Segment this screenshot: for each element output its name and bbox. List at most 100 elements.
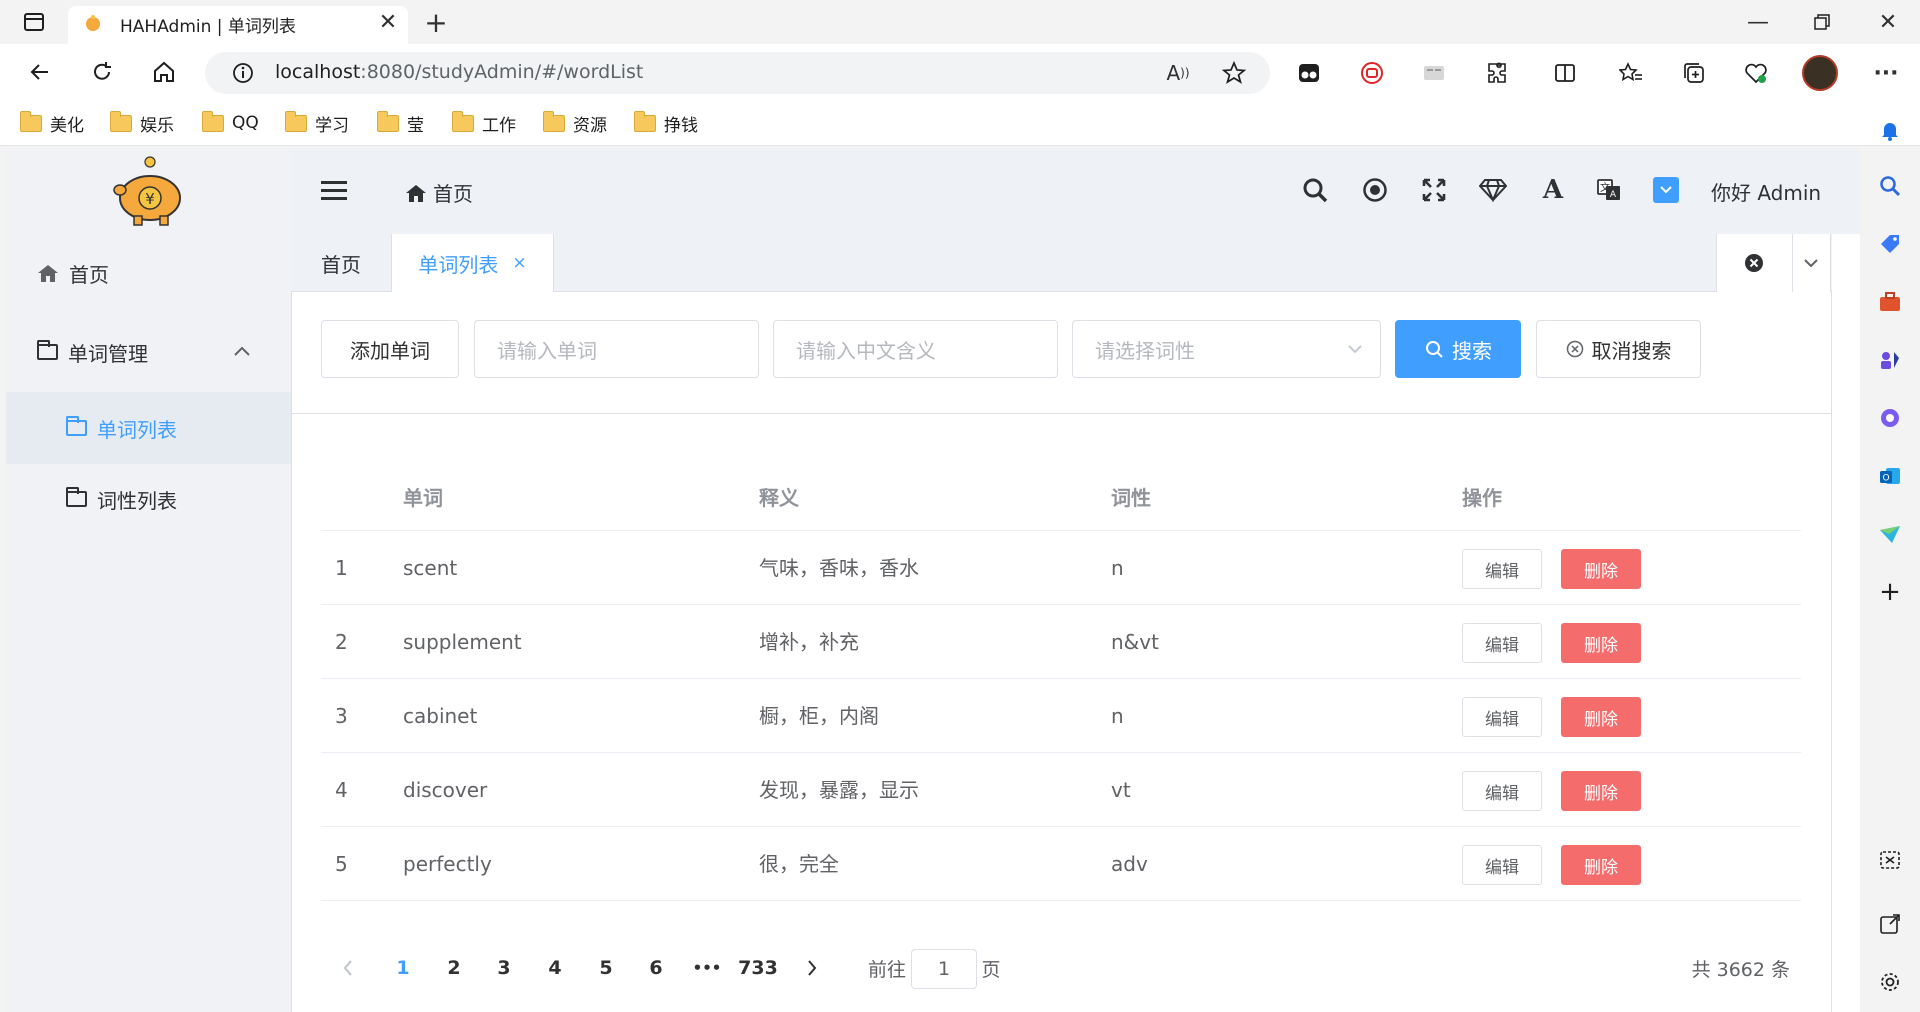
add-word-button[interactable]: 添加单词 (321, 320, 459, 378)
sidebar-search-icon[interactable] (1876, 172, 1904, 200)
breadcrumb-label: 首页 (433, 182, 473, 206)
dropdown-avatar-icon[interactable] (1653, 177, 1679, 203)
bookmark-label: 资源 (573, 115, 607, 136)
notification-bell-icon[interactable] (1876, 116, 1904, 144)
chevron-up-icon[interactable] (232, 342, 252, 362)
tab-label: 首页 (321, 252, 361, 277)
target-icon[interactable] (1360, 175, 1390, 205)
close-all-tabs-icon[interactable] (1742, 251, 1766, 275)
site-info-icon[interactable] (227, 57, 259, 89)
bookmark-item[interactable]: 娱乐 (110, 108, 174, 138)
collections-icon[interactable] (1678, 57, 1710, 89)
fullscreen-icon[interactable] (1419, 175, 1449, 205)
goto-prefix: 前往 (867, 958, 906, 981)
search-icon[interactable] (1300, 175, 1330, 205)
bookmark-item[interactable]: 挣钱 (634, 108, 698, 138)
page-number[interactable]: 1 (389, 950, 417, 986)
word-input-placeholder: 请输入单词 (497, 338, 597, 363)
bookmark-item[interactable]: 工作 (452, 108, 516, 138)
split-screen-icon[interactable] (1549, 57, 1581, 89)
favorites-icon[interactable] (1615, 57, 1647, 89)
delete-button[interactable]: 删除 (1561, 845, 1641, 885)
translate-icon[interactable]: 文A (1594, 175, 1624, 205)
user-greeting[interactable]: 你好 Admin (1711, 177, 1821, 206)
goto-page-input[interactable]: 1 (911, 949, 977, 989)
url-path: :8080/studyAdmin/#/wordList (360, 61, 644, 83)
new-tab-icon[interactable]: + (420, 6, 452, 39)
page-number[interactable]: 733 (736, 950, 780, 986)
tab-close-icon[interactable]: × (512, 253, 526, 273)
more-options-icon[interactable]: ··· (1870, 57, 1902, 89)
page-number[interactable]: 5 (592, 950, 620, 986)
page-number[interactable]: 4 (541, 950, 569, 986)
sidebar-item-word-list[interactable]: 单词列表 (66, 406, 177, 450)
chevron-down-icon[interactable] (1801, 253, 1821, 273)
edit-button[interactable]: 编辑 (1462, 549, 1542, 589)
send-icon[interactable] (1876, 520, 1904, 548)
bookmark-item[interactable]: QQ (202, 108, 259, 138)
games-icon[interactable] (1876, 346, 1904, 374)
page-number[interactable]: 3 (490, 950, 518, 986)
extension-reader-icon[interactable] (1418, 57, 1450, 89)
select-chevron-down-icon[interactable] (1345, 339, 1365, 359)
bookmark-item[interactable]: 学习 (285, 108, 349, 138)
read-aloud-icon[interactable]: A)) (1162, 57, 1194, 89)
next-page-icon[interactable] (800, 950, 824, 986)
add-sidebar-app-icon[interactable]: + (1876, 577, 1904, 607)
delete-button[interactable]: 删除 (1561, 771, 1641, 811)
reload-icon[interactable] (86, 56, 118, 88)
diamond-icon[interactable] (1478, 175, 1508, 205)
delete-button[interactable]: 删除 (1561, 623, 1641, 663)
window-close-icon[interactable]: ✕ (1872, 6, 1904, 38)
profile-avatar[interactable] (1802, 55, 1838, 91)
prev-page-icon[interactable] (336, 950, 360, 986)
copilot-icon[interactable] (1876, 404, 1904, 432)
word-search-input[interactable]: 请输入单词 (474, 320, 759, 378)
tab-home[interactable]: 首页 (291, 234, 391, 292)
page-number[interactable]: 2 (440, 950, 468, 986)
hamburger-menu-icon[interactable] (320, 178, 348, 204)
delete-button[interactable]: 删除 (1561, 549, 1641, 589)
settings-gear-icon[interactable] (1876, 968, 1904, 996)
browser-essentials-icon[interactable] (1740, 57, 1772, 89)
minimize-icon[interactable]: — (1742, 6, 1774, 38)
font-size-icon[interactable]: A (1538, 175, 1568, 205)
screenshot-icon[interactable] (1876, 846, 1904, 874)
sidebar-item-word-management[interactable]: 单词管理 (37, 330, 148, 374)
bookmark-item[interactable]: 莹 (377, 108, 424, 138)
outlook-icon[interactable]: O (1876, 462, 1904, 490)
cancel-search-button[interactable]: 取消搜索 (1536, 320, 1701, 378)
edit-button[interactable]: 编辑 (1462, 697, 1542, 737)
search-button[interactable]: 搜索 (1395, 320, 1521, 378)
breadcrumb[interactable]: 首页 (405, 178, 473, 207)
meaning-search-input[interactable]: 请输入中文含义 (773, 320, 1058, 378)
table-row: 4 discover 发现，暴露，显示 vt 编辑 删除 (321, 753, 1801, 827)
shopping-tag-icon[interactable] (1876, 230, 1904, 258)
edit-button[interactable]: 编辑 (1462, 771, 1542, 811)
edit-button[interactable]: 编辑 (1462, 845, 1542, 885)
favorite-star-icon[interactable] (1218, 57, 1250, 89)
open-external-icon[interactable] (1876, 910, 1904, 938)
tab-close-icon[interactable]: ✕ (372, 6, 404, 38)
page-number[interactable]: 6 (642, 950, 670, 986)
tab-actions-icon[interactable] (18, 6, 50, 38)
sidebar-item-home[interactable]: 首页 (37, 251, 109, 295)
restore-icon[interactable] (1806, 6, 1838, 38)
bookmark-item[interactable]: 资源 (543, 108, 607, 138)
back-icon[interactable] (24, 56, 56, 88)
edit-button[interactable]: 编辑 (1462, 623, 1542, 663)
pos-select[interactable]: 请选择词性 (1072, 320, 1381, 378)
favicon-icon (82, 12, 104, 34)
extension-red-icon[interactable] (1356, 57, 1388, 89)
tab-word-list[interactable]: 单词列表 × (391, 234, 554, 292)
delete-button[interactable]: 删除 (1561, 697, 1641, 737)
url-text[interactable]: localhost:8080/studyAdmin/#/wordList (275, 61, 643, 83)
extension-tampermonkey-icon[interactable] (1293, 57, 1325, 89)
bookmark-item[interactable]: 美化 (20, 108, 84, 138)
sidebar-item-pos-list[interactable]: 词性列表 (66, 477, 177, 521)
page-ellipsis[interactable]: ••• (692, 950, 722, 986)
tools-briefcase-icon[interactable] (1876, 288, 1904, 316)
folder-icon (285, 110, 307, 132)
extensions-puzzle-icon[interactable] (1481, 57, 1513, 89)
home-browser-icon[interactable] (148, 56, 180, 88)
